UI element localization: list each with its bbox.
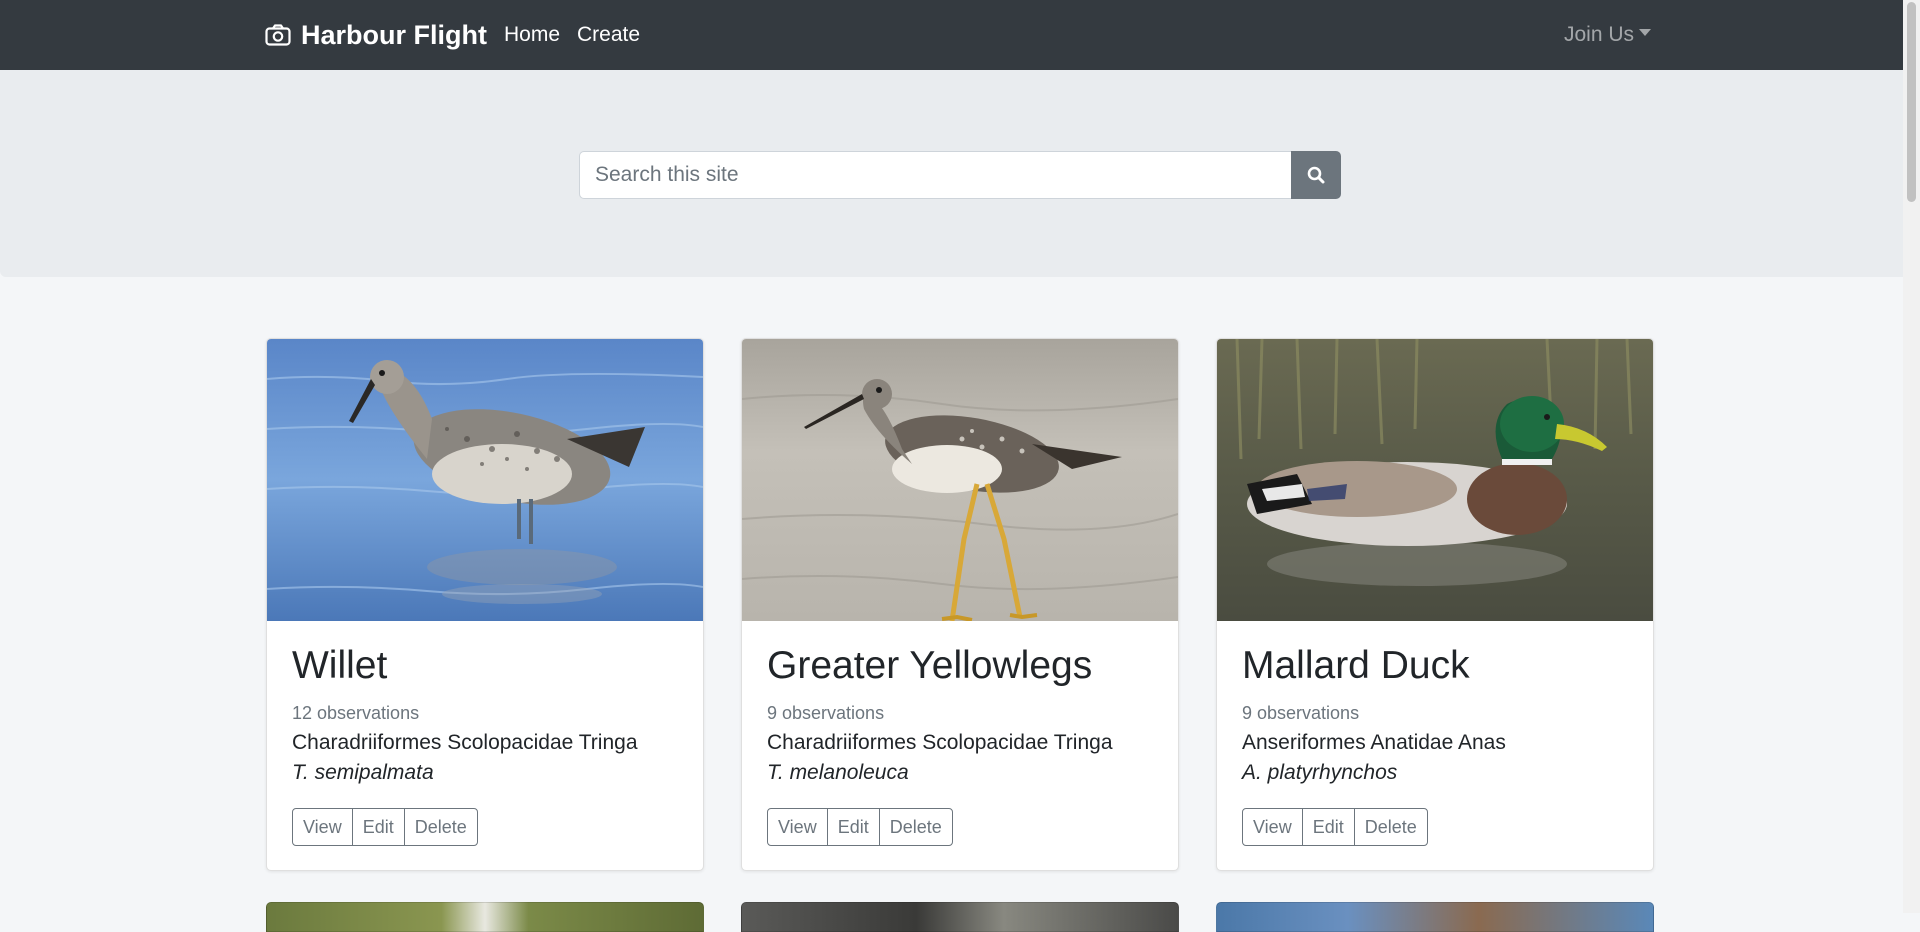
brand-name: Harbour Flight	[301, 19, 487, 50]
species-card-peek[interactable]	[266, 902, 704, 932]
vertical-scrollbar[interactable]	[1903, 0, 1920, 913]
willet-photo[interactable]	[267, 339, 703, 621]
view-button[interactable]: View	[292, 808, 353, 846]
taxonomy: Charadriiformes Scolopacidae Tringa	[292, 731, 638, 754]
card-actions: View Edit Delete	[292, 808, 478, 846]
search-group	[579, 151, 1341, 199]
join-us-dropdown[interactable]: Join Us	[1564, 0, 1652, 70]
taxonomy: Anseriformes Anatidae Anas	[1242, 731, 1506, 754]
scientific-name: A. platyrhynchos	[1242, 761, 1398, 784]
edit-button[interactable]: Edit	[351, 808, 405, 846]
delete-button[interactable]: Delete	[878, 808, 953, 846]
observation-count: 9 observations	[767, 703, 885, 723]
edit-button[interactable]: Edit	[826, 808, 880, 846]
nav-home-link[interactable]: Home	[504, 0, 560, 70]
taxonomy: Charadriiformes Scolopacidae Tringa	[767, 731, 1113, 754]
card-actions: View Edit Delete	[1242, 808, 1428, 846]
species-card-mallard-duck: Mallard Duck 9 observations Anseriformes…	[1216, 338, 1654, 871]
delete-button[interactable]: Delete	[403, 808, 478, 846]
greater-yellowlegs-photo[interactable]	[742, 339, 1178, 621]
search-icon	[1307, 166, 1325, 184]
scrollbar-thumb[interactable]	[1907, 2, 1916, 202]
join-us-label: Join Us	[1564, 23, 1635, 46]
view-button[interactable]: View	[1242, 808, 1303, 846]
scientific-name: T. semipalmata	[292, 761, 434, 784]
card-actions: View Edit Delete	[767, 808, 953, 846]
camera-icon	[265, 24, 291, 46]
species-card-willet: Willet 12 observations Charadriiformes S…	[266, 338, 704, 871]
brand-link[interactable]: Harbour Flight	[265, 0, 487, 70]
search-hero	[0, 70, 1920, 277]
card-title: Greater Yellowlegs	[767, 644, 1093, 687]
species-card-greater-yellowlegs: Greater Yellowlegs 9 observations Charad…	[741, 338, 1179, 871]
observation-count: 9 observations	[1242, 703, 1360, 723]
edit-button[interactable]: Edit	[1301, 808, 1355, 846]
card-title: Willet	[292, 644, 388, 687]
species-card-peek[interactable]	[1216, 902, 1654, 932]
card-title: Mallard Duck	[1242, 644, 1470, 687]
search-button[interactable]	[1291, 151, 1341, 199]
mallard-duck-photo[interactable]	[1217, 339, 1653, 621]
scientific-name: T. melanoleuca	[767, 761, 909, 784]
delete-button[interactable]: Delete	[1353, 808, 1428, 846]
navbar: Harbour Flight Home Create Join Us	[0, 0, 1920, 70]
nav-create-link[interactable]: Create	[577, 0, 640, 70]
search-input[interactable]	[579, 151, 1291, 199]
observation-count: 12 observations	[292, 703, 420, 723]
caret-down-icon	[1639, 28, 1652, 36]
species-card-peek[interactable]	[741, 902, 1179, 932]
view-button[interactable]: View	[767, 808, 828, 846]
